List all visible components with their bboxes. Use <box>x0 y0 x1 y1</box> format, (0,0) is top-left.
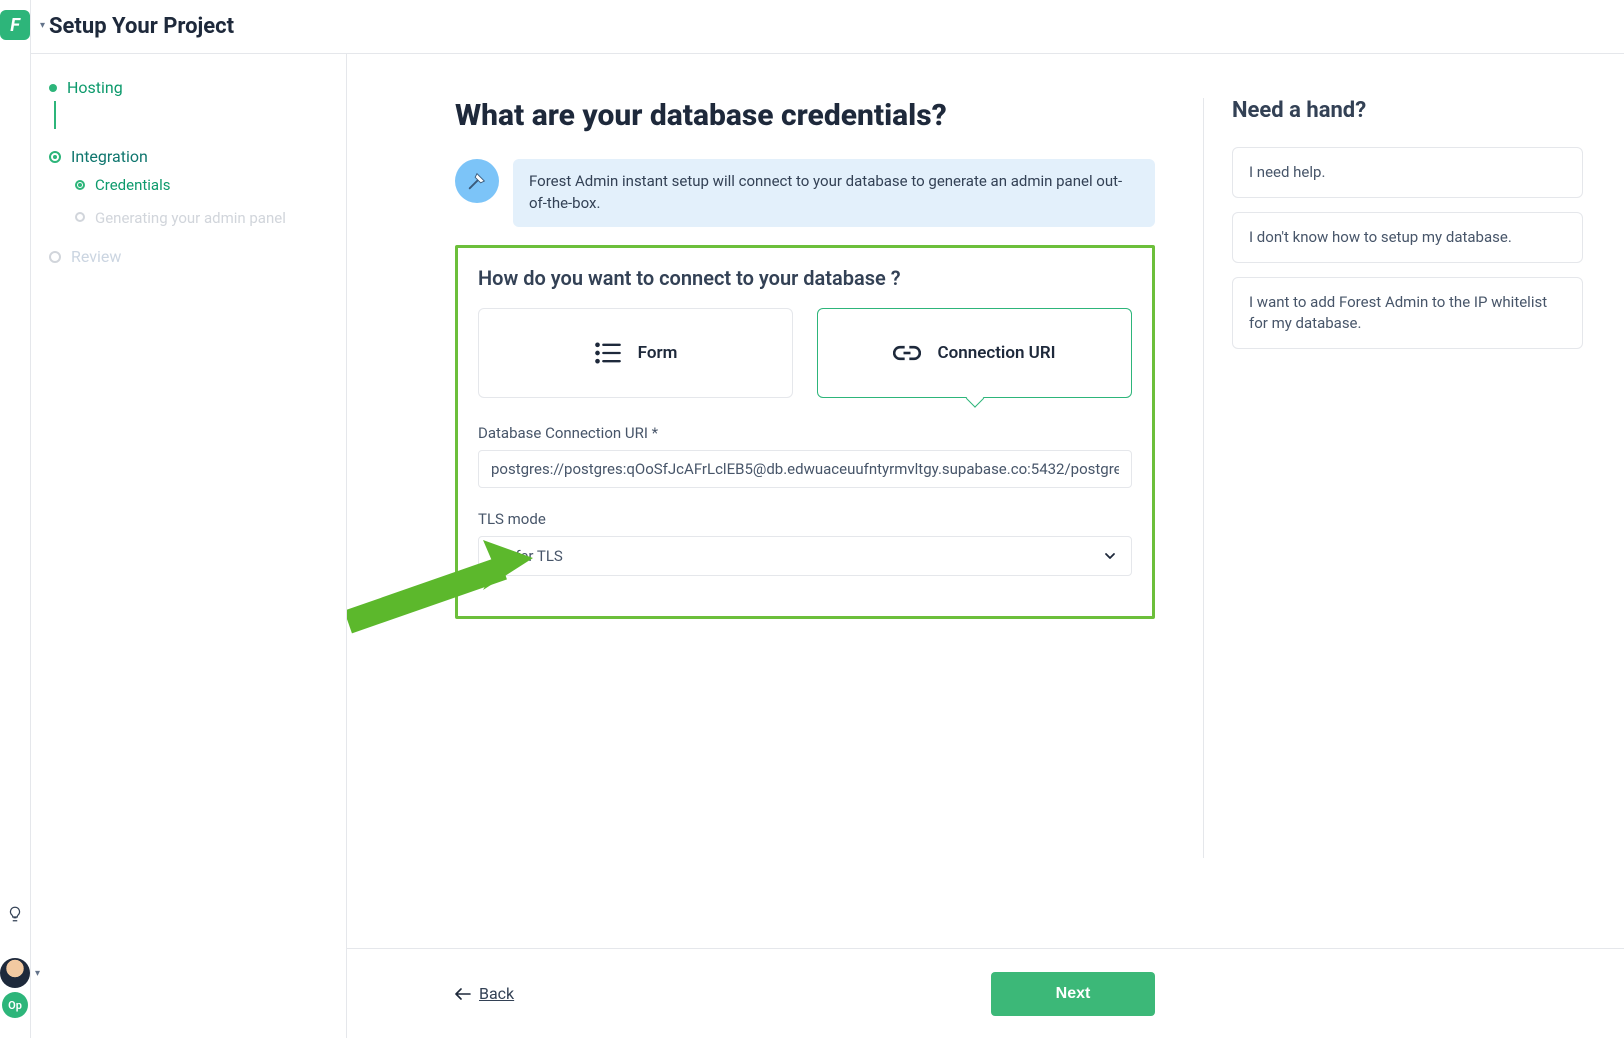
arrow-left-icon <box>455 988 471 1000</box>
list-icon <box>594 341 622 365</box>
page-title: Setup Your Project <box>49 14 234 39</box>
help-option-ip-whitelist[interactable]: I want to add Forest Admin to the IP whi… <box>1232 277 1583 349</box>
user-avatar[interactable]: ▾ <box>0 958 30 988</box>
connect-subheading: How do you want to connect to your datab… <box>478 266 1132 290</box>
tab-form[interactable]: Form <box>478 308 793 398</box>
step-dot-active <box>49 151 61 163</box>
link-icon <box>893 341 921 365</box>
back-label: Back <box>479 984 514 1003</box>
lightbulb-icon[interactable] <box>6 904 24 928</box>
page-header: Setup Your Project <box>31 0 1624 54</box>
back-button[interactable]: Back <box>455 984 514 1003</box>
main-heading: What are your database credentials? <box>455 98 1155 133</box>
connection-highlight-box: How do you want to connect to your datab… <box>455 245 1155 619</box>
logo-dropdown-caret[interactable]: ▾ <box>40 20 45 31</box>
tab-form-label: Form <box>638 343 678 363</box>
tab-uri-label: Connection URI <box>937 343 1055 363</box>
avatar-dropdown-caret[interactable]: ▾ <box>35 968 40 979</box>
sidebar-substep-generating: Generating your admin panel <box>95 208 286 229</box>
help-option-need-help[interactable]: I need help. <box>1232 147 1583 198</box>
help-heading: Need a hand? <box>1232 98 1583 123</box>
step-connector <box>54 101 56 129</box>
tls-field-label: TLS mode <box>478 510 1132 528</box>
wizard-footer: Back Next <box>347 948 1624 1038</box>
tls-mode-select[interactable]: Prefer TLS <box>478 536 1132 576</box>
step-dot-pending <box>49 251 61 263</box>
sidebar-substep-credentials[interactable]: Credentials <box>95 176 170 194</box>
connection-uri-input[interactable] <box>478 450 1132 488</box>
uri-field-label: Database Connection URI * <box>478 424 1132 442</box>
substep-dot-active <box>75 180 85 190</box>
help-option-setup-db[interactable]: I don't know how to setup my database. <box>1232 212 1583 263</box>
step-dot-done <box>49 84 57 92</box>
next-button[interactable]: Next <box>991 972 1155 1016</box>
substep-dot-pending <box>75 212 85 222</box>
wizard-sidebar: Hosting Integration Credentials <box>31 54 347 1038</box>
sidebar-step-hosting[interactable]: Hosting <box>67 78 123 97</box>
logo-letter: F <box>10 15 20 36</box>
tls-mode-value: Prefer TLS <box>493 547 563 565</box>
app-logo[interactable]: F <box>0 10 30 40</box>
sidebar-step-review: Review <box>71 247 121 266</box>
tab-connection-uri[interactable]: Connection URI <box>817 308 1132 398</box>
chevron-down-icon <box>1103 549 1117 563</box>
info-banner: Forest Admin instant setup will connect … <box>513 159 1155 227</box>
help-panel: Need a hand? I need help. I don't know h… <box>1203 98 1583 858</box>
op-badge: Op <box>2 992 28 1018</box>
axe-icon <box>455 159 499 203</box>
left-rail: F ▾ ▾ Op <box>0 0 31 1038</box>
sidebar-step-integration[interactable]: Integration <box>71 147 148 166</box>
